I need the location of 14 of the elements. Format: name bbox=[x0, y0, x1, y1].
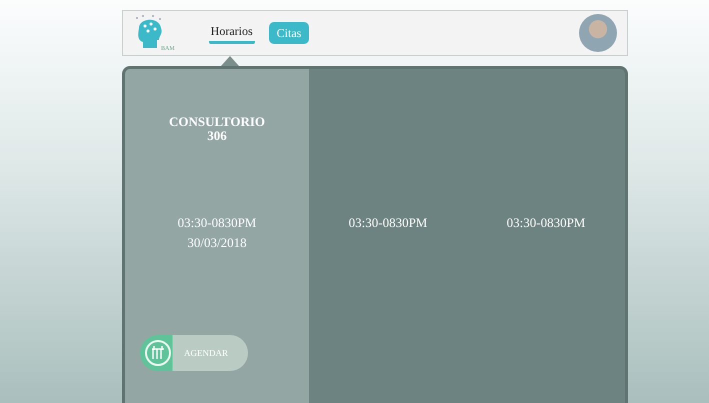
time-range: 03:30-0830PM bbox=[348, 215, 428, 231]
nav-tab[interactable]: Horarios bbox=[208, 22, 255, 44]
schedule-column[interactable]: 03:30-0830PM bbox=[467, 69, 625, 403]
schedule-column[interactable]: 03:30-0830PM bbox=[309, 69, 467, 403]
date-text: 30/03/2018 bbox=[187, 235, 247, 251]
calendar-icon bbox=[144, 339, 172, 367]
nav-tab[interactable]: Citas bbox=[268, 22, 310, 44]
time-range: 03:30-0830PM bbox=[178, 215, 256, 231]
office-label: CONSULTORIO bbox=[168, 115, 266, 129]
office-number: 306 bbox=[207, 129, 227, 143]
schedule-column[interactable]: CONSULTORIO 306 03:30-0830PM 30/03/2018 AGENDAR bbox=[125, 69, 309, 403]
pointer-icon bbox=[221, 56, 239, 66]
time-range: 03:30-0830PM bbox=[506, 215, 586, 231]
avatar-circle[interactable] bbox=[579, 14, 617, 52]
